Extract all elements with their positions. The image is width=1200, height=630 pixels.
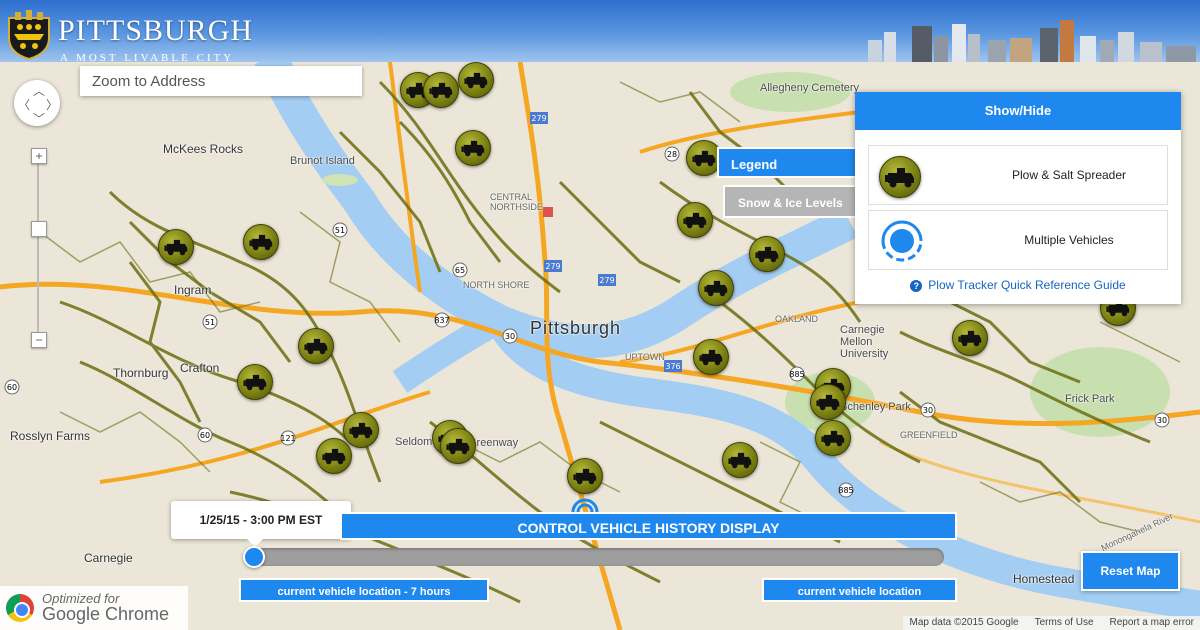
map-label: CENTRAL NORTHSIDE bbox=[490, 192, 543, 212]
plow-vehicle-marker[interactable] bbox=[810, 384, 846, 420]
svg-text:60: 60 bbox=[200, 431, 210, 440]
svg-text:279: 279 bbox=[545, 262, 560, 271]
tab-snow-ice-levels[interactable]: Snow & Ice Levels bbox=[723, 185, 859, 218]
svg-text:30: 30 bbox=[1157, 416, 1167, 425]
plow-truck-icon bbox=[879, 156, 921, 198]
plow-vehicle-marker[interactable] bbox=[815, 420, 851, 456]
svg-text:279: 279 bbox=[531, 114, 546, 123]
svg-text:376: 376 bbox=[665, 362, 680, 371]
plow-vehicle-marker[interactable] bbox=[458, 62, 494, 98]
help-icon: ? bbox=[910, 280, 923, 292]
plow-vehicle-marker[interactable] bbox=[158, 229, 194, 265]
pan-down-icon[interactable]: ﹀ bbox=[33, 110, 45, 127]
report-map-error-link[interactable]: Report a map error bbox=[1110, 616, 1194, 630]
map-label: Crafton bbox=[180, 361, 220, 375]
slider-start-label[interactable]: current vehicle location - 7 hours bbox=[239, 578, 489, 602]
svg-text:885: 885 bbox=[838, 486, 853, 495]
map-label: Thornburg bbox=[113, 366, 169, 380]
slider-end-label[interactable]: current vehicle location bbox=[762, 578, 957, 602]
guide-link-label[interactable]: Plow Tracker Quick Reference Guide bbox=[928, 278, 1125, 292]
plow-vehicle-marker[interactable] bbox=[423, 72, 459, 108]
map-label: Carnegie Mellon University bbox=[840, 324, 889, 360]
map-label: Frick Park bbox=[1065, 393, 1115, 405]
zoom-slider-handle[interactable] bbox=[31, 221, 47, 237]
zoom-out-button[interactable]: − bbox=[31, 332, 47, 348]
map-label: Brunot Island bbox=[290, 155, 355, 167]
map-label: Rosslyn Farms bbox=[10, 429, 91, 443]
zoom-in-button[interactable]: + bbox=[31, 148, 47, 164]
map-label: Homestead bbox=[1013, 572, 1075, 586]
plow-vehicle-marker[interactable] bbox=[455, 130, 491, 166]
svg-text:51: 51 bbox=[335, 226, 345, 235]
legend-item-label: Multiple Vehicles bbox=[1024, 233, 1114, 247]
plow-vehicle-marker[interactable] bbox=[567, 458, 603, 494]
map-label: Schenley Park bbox=[840, 401, 911, 413]
plow-tracker-app: PITTSBURGH A MOST LIVABLE CITY 51 65 837… bbox=[0, 0, 1200, 630]
site-title[interactable]: PITTSBURGH bbox=[58, 14, 253, 48]
pan-up-icon[interactable]: ︿ bbox=[33, 82, 45, 99]
svg-text:60: 60 bbox=[7, 383, 17, 392]
timestamp-tooltip: 1/25/15 - 3:00 PM EST bbox=[171, 501, 351, 547]
pan-control[interactable]: ︿ ﹀ 〈 〉 bbox=[14, 80, 60, 126]
multiple-vehicles-marker[interactable] bbox=[570, 494, 600, 514]
city-crest-icon bbox=[8, 10, 50, 60]
plow-vehicle-marker[interactable] bbox=[237, 364, 273, 400]
pan-right-icon[interactable]: 〉 bbox=[46, 96, 58, 113]
legend-panel: Show/Hide Plow & Salt Spreader Multiple … bbox=[855, 92, 1181, 304]
plow-vehicle-marker[interactable] bbox=[749, 236, 785, 272]
map-label: UPTOWN bbox=[625, 352, 665, 362]
svg-text:51: 51 bbox=[205, 318, 215, 327]
svg-text:30: 30 bbox=[923, 406, 933, 415]
history-slider-thumb[interactable] bbox=[243, 546, 265, 568]
map-data-attribution: Map data ©2015 Google bbox=[909, 617, 1019, 628]
quick-reference-guide-link[interactable]: ? Plow Tracker Quick Reference Guide bbox=[855, 278, 1181, 292]
map-label: McKees Rocks bbox=[163, 142, 244, 156]
plow-vehicle-marker[interactable] bbox=[316, 438, 352, 474]
svg-text:279: 279 bbox=[599, 276, 614, 285]
plow-vehicle-marker[interactable] bbox=[698, 270, 734, 306]
plow-vehicle-marker[interactable] bbox=[722, 442, 758, 478]
legend-item-multiple-vehicles: Multiple Vehicles bbox=[868, 210, 1168, 270]
reset-map-button[interactable]: Reset Map bbox=[1081, 551, 1180, 591]
legend-item-label: Plow & Salt Spreader bbox=[1011, 168, 1127, 182]
site-header: PITTSBURGH A MOST LIVABLE CITY bbox=[0, 0, 1200, 64]
svg-text:28: 28 bbox=[667, 150, 677, 159]
zoom-to-address-input[interactable] bbox=[80, 66, 362, 96]
map-label-pittsburgh: Pittsburgh bbox=[530, 318, 622, 338]
svg-text:30: 30 bbox=[505, 332, 515, 341]
svg-text:121: 121 bbox=[280, 434, 295, 443]
map-label: GREENFIELD bbox=[900, 430, 958, 440]
map-footer: Map data ©2015 Google Terms of Use Repor… bbox=[903, 616, 1200, 630]
multiple-vehicles-icon bbox=[881, 220, 923, 262]
plow-vehicle-marker[interactable] bbox=[343, 412, 379, 448]
svg-text:837: 837 bbox=[434, 316, 449, 325]
plow-vehicle-marker[interactable] bbox=[440, 428, 476, 464]
map-label: Seldom bbox=[395, 436, 433, 448]
tab-legend[interactable]: Legend bbox=[717, 147, 859, 178]
chrome-badge-line2: Google Chrome bbox=[42, 604, 170, 624]
map-label: NORTH SHORE bbox=[463, 280, 530, 290]
svg-text:65: 65 bbox=[455, 266, 465, 275]
chrome-badge: Optimized for Google Chrome bbox=[0, 586, 188, 630]
svg-text:885: 885 bbox=[789, 370, 804, 379]
plow-vehicle-marker[interactable] bbox=[298, 328, 334, 364]
site-tagline: A MOST LIVABLE CITY bbox=[60, 52, 235, 64]
pan-left-icon[interactable]: 〈 bbox=[18, 96, 30, 113]
history-slider-track[interactable] bbox=[252, 548, 944, 566]
map-label: Carnegie bbox=[84, 551, 133, 565]
plow-vehicle-marker[interactable] bbox=[677, 202, 713, 238]
map-label: OAKLAND bbox=[775, 314, 819, 324]
plow-vehicle-marker[interactable] bbox=[952, 320, 988, 356]
map-label: Allegheny Cemetery bbox=[760, 82, 860, 94]
zoom-slider-track[interactable] bbox=[37, 160, 39, 340]
plow-vehicle-marker[interactable] bbox=[693, 339, 729, 375]
legend-item-plow: Plow & Salt Spreader bbox=[868, 145, 1168, 205]
terms-of-use-link[interactable]: Terms of Use bbox=[1035, 616, 1094, 630]
show-hide-button[interactable]: Show/Hide bbox=[855, 92, 1181, 130]
vehicle-history-title: CONTROL VEHICLE HISTORY DISPLAY bbox=[340, 512, 957, 540]
plow-vehicle-marker[interactable] bbox=[243, 224, 279, 260]
chrome-logo-icon bbox=[6, 594, 34, 622]
map-label: Ingram bbox=[174, 283, 212, 297]
skyline-illustration bbox=[868, 20, 1196, 62]
